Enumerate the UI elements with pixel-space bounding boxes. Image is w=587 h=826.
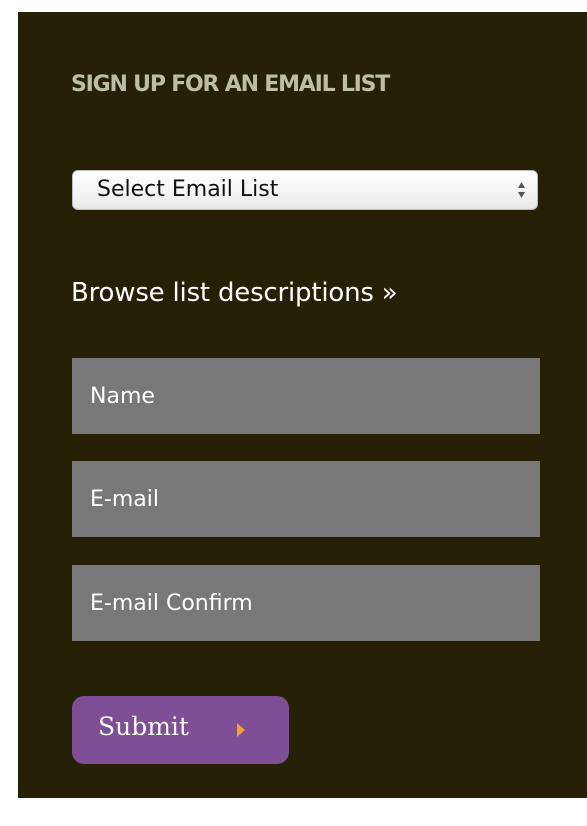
- name-input[interactable]: Name: [72, 358, 540, 434]
- email-confirm-input-placeholder: E-mail Confirm: [90, 591, 253, 616]
- signup-heading: SIGN UP FOR AN EMAIL LIST: [71, 72, 390, 97]
- email-list-select-value: Select Email List: [97, 177, 279, 202]
- email-input[interactable]: E-mail: [72, 461, 540, 537]
- browse-list-descriptions-link[interactable]: Browse list descriptions »: [71, 278, 398, 308]
- email-input-placeholder: E-mail: [90, 487, 159, 512]
- submit-button[interactable]: Submit: [72, 696, 289, 764]
- email-list-select[interactable]: Select Email List: [72, 170, 538, 210]
- name-input-placeholder: Name: [90, 384, 155, 409]
- email-confirm-input[interactable]: E-mail Confirm: [72, 565, 540, 641]
- play-right-arrow-icon: [237, 723, 245, 737]
- submit-button-label: Submit: [98, 712, 189, 741]
- select-updown-arrows-icon: [518, 182, 525, 198]
